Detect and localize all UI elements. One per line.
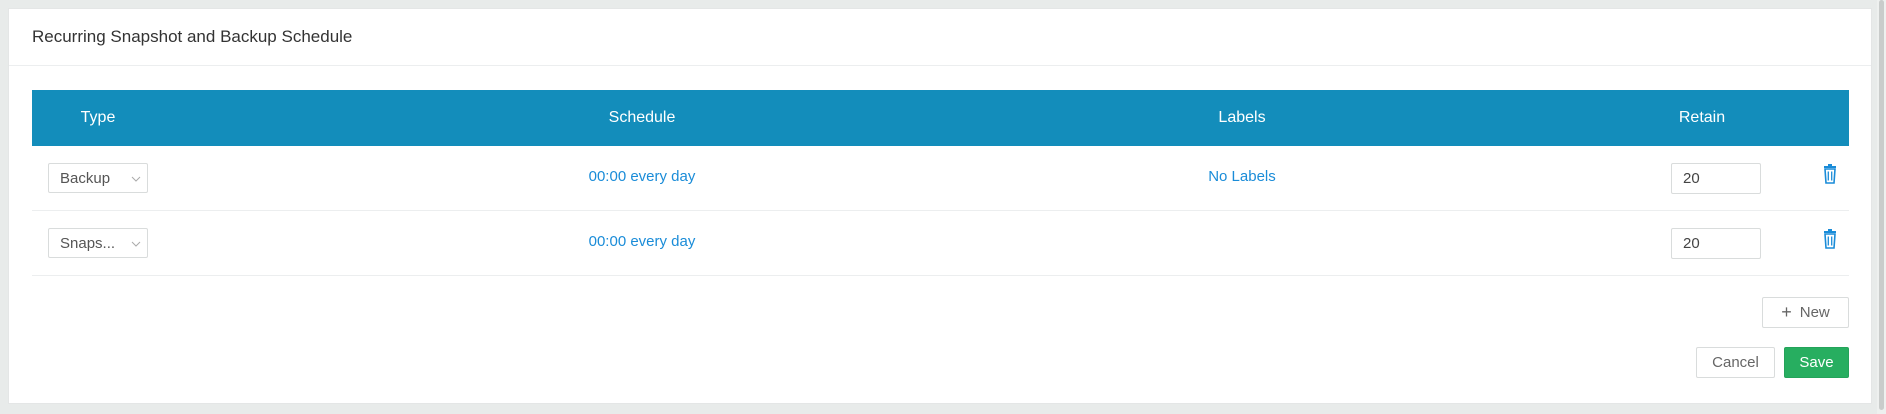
schedule-link[interactable]: 00:00 every day bbox=[412, 168, 872, 185]
scrollbar-thumb[interactable] bbox=[1879, 0, 1884, 410]
vertical-scrollbar[interactable] bbox=[1877, 0, 1886, 414]
labels-link[interactable]: No Labels bbox=[1142, 168, 1342, 185]
save-button[interactable]: Save bbox=[1784, 347, 1849, 378]
retain-input[interactable] bbox=[1671, 228, 1761, 259]
column-header-retain: Retain bbox=[1678, 109, 1726, 126]
plus-icon: + bbox=[1781, 302, 1792, 322]
type-select-value: Backup bbox=[60, 169, 111, 187]
add-schedule-label: New bbox=[1799, 304, 1830, 321]
retain-input[interactable] bbox=[1671, 163, 1761, 194]
column-header-type: Type bbox=[80, 109, 116, 126]
table-row: Snaps... 00:00 every day bbox=[32, 211, 1849, 276]
panel-header: Recurring Snapshot and Backup Schedule bbox=[9, 9, 1871, 66]
schedule-panel: Recurring Snapshot and Backup Schedule T… bbox=[8, 8, 1872, 404]
type-select[interactable]: Backup bbox=[48, 163, 148, 193]
chevron-down-icon bbox=[125, 236, 147, 250]
trash-icon[interactable] bbox=[1822, 229, 1840, 251]
column-header-schedule: Schedule bbox=[608, 109, 676, 126]
chevron-down-icon bbox=[125, 171, 147, 185]
type-select[interactable]: Snaps... bbox=[48, 228, 148, 258]
table-header: Type Schedule Labels Retain bbox=[32, 90, 1849, 146]
panel-title: Recurring Snapshot and Backup Schedule bbox=[32, 27, 353, 46]
add-schedule-button[interactable]: + New bbox=[1762, 297, 1849, 328]
table-row: Backup 00:00 every day No Labels bbox=[32, 146, 1849, 211]
schedule-link[interactable]: 00:00 every day bbox=[412, 233, 872, 250]
trash-icon[interactable] bbox=[1822, 164, 1840, 186]
column-header-labels: Labels bbox=[1218, 109, 1266, 126]
schedule-table: Type Schedule Labels Retain Backup 00:00… bbox=[32, 90, 1849, 276]
type-select-value: Snaps... bbox=[60, 234, 116, 252]
cancel-button[interactable]: Cancel bbox=[1696, 347, 1775, 378]
